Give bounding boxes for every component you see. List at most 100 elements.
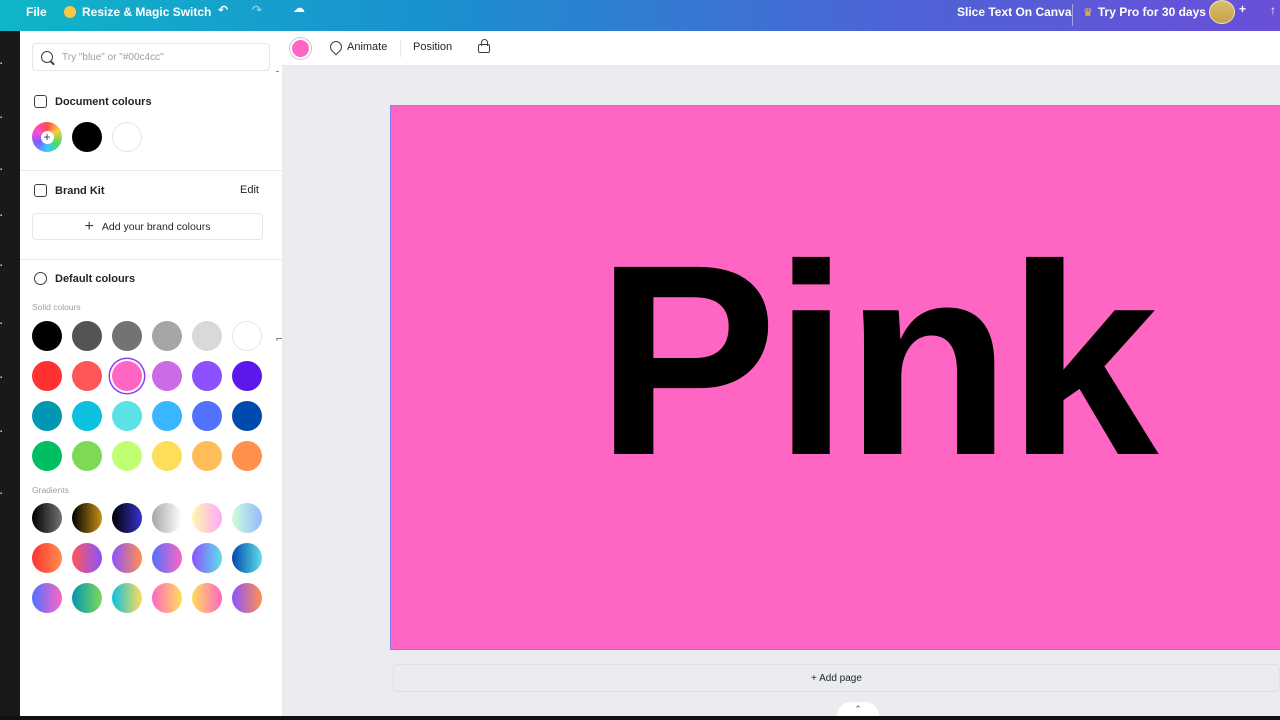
gradient-swatch[interactable] xyxy=(72,543,102,573)
toolbar-divider xyxy=(400,40,401,57)
plus-icon: + xyxy=(84,217,94,235)
brand-kit-icon xyxy=(34,184,47,197)
gradient-swatch[interactable] xyxy=(32,503,62,533)
position-button[interactable]: Position xyxy=(413,41,452,53)
resize-magic-switch-button[interactable]: Resize & Magic Switch xyxy=(64,5,211,19)
panel-scroll-marker xyxy=(276,71,279,72)
brand-kit-header: Brand Kit xyxy=(34,184,105,197)
gradient-swatch[interactable] xyxy=(32,583,62,613)
rail-item-media[interactable]: ▪ xyxy=(0,491,8,497)
solid-colour-swatch[interactable] xyxy=(152,401,182,431)
gradient-swatch[interactable] xyxy=(232,583,262,613)
solid-colour-swatch[interactable] xyxy=(112,361,142,391)
cloud-saved-icon[interactable]: ☁ xyxy=(293,1,305,15)
document-title[interactable]: Slice Text On Canva xyxy=(957,5,1072,19)
gradients-label: Gradients xyxy=(32,485,69,495)
crown-icon: ♛ xyxy=(1083,6,1093,19)
gradient-swatch[interactable] xyxy=(232,503,262,533)
solid-colours-label: Solid colours xyxy=(32,302,81,312)
gradient-swatch[interactable] xyxy=(192,543,222,573)
solid-colour-swatch[interactable] xyxy=(232,401,262,431)
solid-colour-swatch[interactable] xyxy=(32,401,62,431)
solid-colour-swatch[interactable] xyxy=(192,361,222,391)
rail-item-design[interactable]: ▪ xyxy=(0,61,8,67)
redo-icon[interactable]: ↷ xyxy=(252,3,262,17)
solid-colour-swatch[interactable] xyxy=(112,321,142,351)
gradient-swatch[interactable] xyxy=(112,583,142,613)
section-divider xyxy=(20,259,282,260)
solid-colour-swatch[interactable] xyxy=(112,401,142,431)
rail-item-elements[interactable]: ▪ xyxy=(0,115,8,121)
solid-colour-swatch[interactable] xyxy=(72,401,102,431)
add-brand-colours-button[interactable]: + Add your brand colours xyxy=(32,213,263,240)
rail-item-apps[interactable]: ▪ xyxy=(0,429,8,435)
solid-colour-swatch[interactable] xyxy=(112,441,142,471)
colour-search[interactable] xyxy=(32,43,270,71)
solid-colour-swatch[interactable] xyxy=(192,321,222,351)
try-pro-button[interactable]: ♛ Try Pro for 30 days xyxy=(1083,5,1206,19)
solid-colour-swatch[interactable] xyxy=(152,321,182,351)
solid-colour-swatch[interactable] xyxy=(152,361,182,391)
document-colour-swatch[interactable] xyxy=(72,122,102,152)
document-colours-header: Document colours xyxy=(34,95,152,108)
gradient-swatch[interactable] xyxy=(232,543,262,573)
solid-colour-swatch[interactable] xyxy=(72,441,102,471)
solid-colour-swatch[interactable] xyxy=(152,441,182,471)
top-bar: File Resize & Magic Switch ↶ ↷ ☁ Slice T… xyxy=(0,0,1280,31)
canvas-area: Pink + Add page ⌃ xyxy=(282,66,1280,716)
share-icon[interactable]: ↑ xyxy=(1270,3,1276,17)
rail-item-projects[interactable]: ▪ xyxy=(0,375,8,381)
colour-search-input[interactable] xyxy=(62,51,262,63)
solid-colour-swatch[interactable] xyxy=(232,321,262,351)
gradient-swatch[interactable] xyxy=(152,543,182,573)
add-brand-colours-label: Add your brand colours xyxy=(101,220,211,233)
solid-colour-swatch[interactable] xyxy=(72,321,102,351)
animate-button[interactable]: Animate xyxy=(327,38,387,56)
file-menu[interactable]: File xyxy=(26,5,47,19)
bottom-bar xyxy=(0,716,1280,720)
add-collaborator-icon[interactable]: + xyxy=(1239,2,1246,16)
gradient-swatch[interactable] xyxy=(152,503,182,533)
fill-colour-button[interactable] xyxy=(292,40,309,57)
solid-colour-swatch[interactable] xyxy=(32,361,62,391)
page-text-element[interactable]: Pink xyxy=(596,224,1158,496)
rail-item-brand[interactable]: ▪ xyxy=(0,213,8,219)
gradient-swatch[interactable] xyxy=(192,503,222,533)
rail-item-text[interactable]: ▪ xyxy=(0,167,8,173)
position-label: Position xyxy=(413,41,453,53)
rail-item-draw[interactable]: ▪ xyxy=(0,321,8,327)
undo-icon[interactable]: ↶ xyxy=(218,3,228,17)
chevron-up-icon[interactable]: ⌃ xyxy=(837,702,879,716)
document-colours-title: Document colours xyxy=(55,95,152,108)
gradient-swatch[interactable] xyxy=(72,583,102,613)
palette-icon xyxy=(34,272,47,285)
gradient-swatch[interactable] xyxy=(112,543,142,573)
solid-colour-swatch[interactable] xyxy=(192,401,222,431)
solid-colour-swatch[interactable] xyxy=(32,441,62,471)
default-colours-title: Default colours xyxy=(55,272,136,285)
design-page[interactable]: Pink xyxy=(390,105,1280,650)
solid-colour-swatch[interactable] xyxy=(232,441,262,471)
document-colours-icon xyxy=(34,95,47,108)
solid-colour-swatch[interactable] xyxy=(32,321,62,351)
lock-icon[interactable] xyxy=(478,39,490,53)
rail-item-uploads[interactable]: ▪ xyxy=(0,263,8,269)
brand-kit-edit-link[interactable]: Edit xyxy=(240,184,259,196)
gradient-swatch[interactable] xyxy=(72,503,102,533)
solid-colour-swatch[interactable] xyxy=(232,361,262,391)
gradient-swatch[interactable] xyxy=(192,583,222,613)
solid-colour-swatch[interactable] xyxy=(72,361,102,391)
avatar[interactable] xyxy=(1209,0,1235,24)
gradient-swatch[interactable] xyxy=(32,543,62,573)
gradient-swatch[interactable] xyxy=(112,503,142,533)
solid-colour-swatch[interactable] xyxy=(192,441,222,471)
animate-icon xyxy=(327,38,345,56)
add-colour-button[interactable]: + xyxy=(32,122,62,152)
add-page-button[interactable]: + Add page xyxy=(393,664,1280,692)
brand-kit-title: Brand Kit xyxy=(55,184,105,197)
resize-label: Resize & Magic Switch xyxy=(82,5,212,19)
canva-editor: File Resize & Magic Switch ↶ ↷ ☁ Slice T… xyxy=(0,0,1280,720)
gradient-swatch[interactable] xyxy=(152,583,182,613)
default-colours-header: Default colours xyxy=(34,272,135,285)
document-colour-swatch[interactable] xyxy=(112,122,142,152)
